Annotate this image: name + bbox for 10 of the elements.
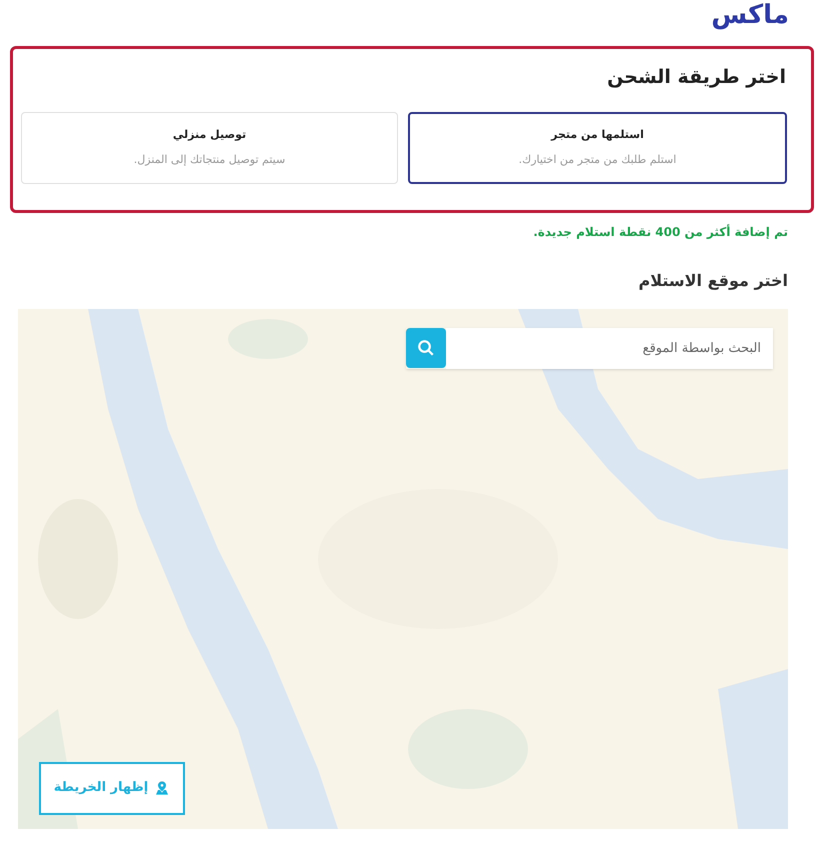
shipping-option[interactable]: استلمها من متجر استلم طلبك من متجر من اختيارك. <box>408 112 787 184</box>
section-title: اختر موقع الاستلام <box>637 270 789 292</box>
shipping-option[interactable]: توصيل منزلي سيتم توصيل منتجاتك إلى المنزل. <box>21 112 398 184</box>
notice-text: تم إضافة أكثر من 400 نقطة استلام جديدة. <box>532 223 789 240</box>
section-title: اختر طريقة الشحن <box>606 65 787 90</box>
map-pin-icon <box>154 780 170 796</box>
search-icon <box>417 339 435 357</box>
search-button[interactable] <box>406 328 446 368</box>
search-field[interactable]: البحث بواسطة الموقع <box>446 328 773 368</box>
logo[interactable]: ماكس <box>711 0 789 30</box>
